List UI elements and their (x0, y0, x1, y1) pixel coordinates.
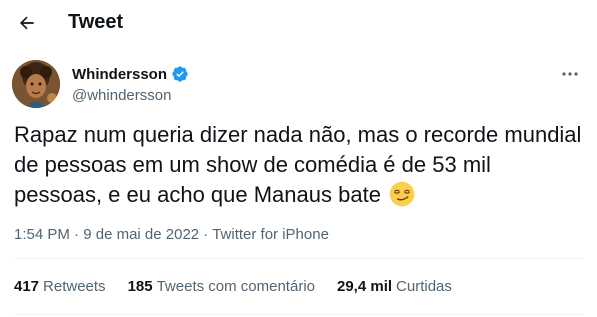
retweets-count: 417 (14, 278, 40, 295)
verified-badge-icon (172, 66, 188, 82)
tweet-text-content: Rapaz num queria dizer nada não, mas o r… (14, 122, 582, 207)
arrow-left-icon (20, 16, 34, 30)
smirking-face-emoji-icon (389, 181, 415, 207)
tweet-text: Rapaz num queria dizer nada não, mas o r… (14, 120, 584, 210)
tweet-header: Tweet (0, 0, 597, 46)
author-handle[interactable]: @whindersson (72, 87, 171, 104)
divider (14, 314, 584, 315)
author-name[interactable]: Whindersson (72, 66, 167, 83)
tweet-author: Whindersson @whindersson (12, 60, 587, 112)
likes-label: Curtidas (396, 278, 452, 295)
divider (14, 258, 584, 259)
quote-tweets-count: 185 (127, 278, 153, 295)
avatar[interactable] (12, 60, 60, 108)
avatar-image (12, 60, 60, 108)
likes-count: 29,4 mil (337, 278, 393, 295)
tweet-date: 9 de mai de 2022 (83, 226, 200, 243)
back-button[interactable] (10, 6, 44, 40)
tweet-meta: 1:54 PM · 9 de mai de 2022 · Twitter for… (14, 226, 329, 243)
page-title: Tweet (68, 11, 124, 33)
tweet-source-link[interactable]: Twitter for iPhone (212, 226, 329, 243)
tweet-time: 1:54 PM (14, 226, 70, 243)
quote-tweets-label: Tweets com comentário (156, 278, 315, 295)
retweets-label: Retweets (43, 278, 106, 295)
quote-tweets-stat[interactable]: 185 Tweets com comentário (128, 278, 315, 295)
likes-stat[interactable]: 29,4 mil Curtidas (337, 278, 452, 295)
retweets-stat[interactable]: 417 Retweets (14, 278, 106, 295)
more-horizontal-icon (562, 72, 578, 76)
meta-separator: · (199, 226, 213, 243)
more-options-button[interactable] (555, 64, 585, 84)
tweet-stats: 417 Retweets 185 Tweets com comentário 29,… (14, 278, 474, 295)
tweet-time-link[interactable]: 1:54 PM · 9 de mai de 2022 (14, 226, 199, 243)
meta-separator: · (69, 226, 84, 243)
author-name-row: Whindersson (72, 65, 189, 83)
